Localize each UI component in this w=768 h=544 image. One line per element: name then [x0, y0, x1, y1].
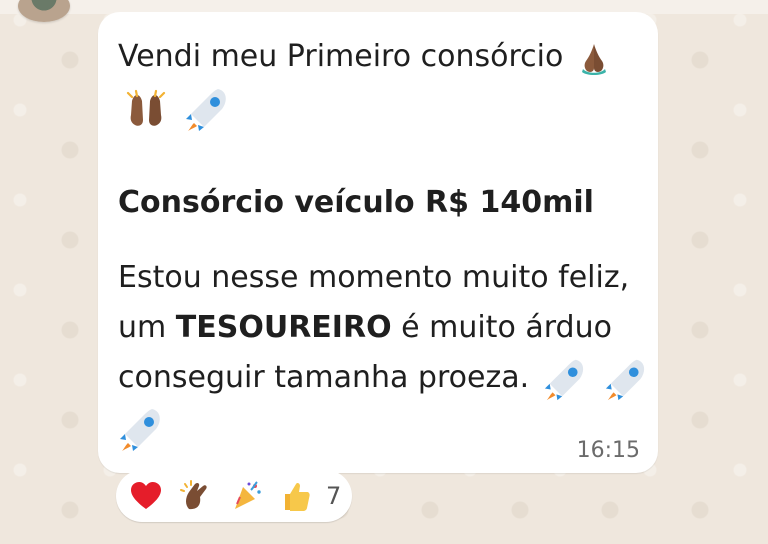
message-line-7	[118, 403, 638, 454]
message-line-5-suffix: é muito árduo	[391, 309, 612, 345]
reaction-count: 7	[326, 482, 342, 510]
rocket-emoji	[604, 354, 652, 402]
message-line-3: Consórcio veículo R$ 140mil	[118, 184, 594, 220]
message-line-6: conseguir tamanha proeza.	[118, 353, 645, 403]
heart-emoji	[128, 478, 164, 514]
rocket-emoji	[543, 354, 591, 402]
message-line-4: Estou nesse momento muito feliz,	[118, 259, 630, 295]
folded-hands-emoji	[577, 41, 611, 75]
message-bubble[interactable]: Vendi meu Primeiro consórcio Consórcio v…	[98, 12, 658, 473]
message-line-1-text: Vendi meu Primeiro consórcio	[118, 39, 564, 74]
message-time: 16:15	[576, 438, 640, 463]
message-line-2	[118, 82, 638, 133]
reactions-bar[interactable]: 7	[116, 470, 352, 522]
rocket-emoji	[184, 83, 234, 133]
clapping-hands-emoji	[178, 478, 214, 514]
message-line-5-bold: TESOUREIRO	[175, 309, 392, 345]
party-popper-emoji	[228, 478, 264, 514]
rocket-emoji	[118, 403, 168, 453]
message-line-5-prefix: um	[118, 309, 176, 345]
raised-hands-emoji	[122, 87, 170, 129]
thumbs-up-emoji	[278, 478, 314, 514]
message-line-1: Vendi meu Primeiro consórcio	[118, 32, 638, 82]
message-text: Vendi meu Primeiro consórcio Consórcio v…	[118, 32, 645, 454]
message-line-5: um TESOUREIRO é muito árduo	[118, 303, 638, 353]
message-line-6-text: conseguir tamanha proeza.	[118, 359, 530, 395]
